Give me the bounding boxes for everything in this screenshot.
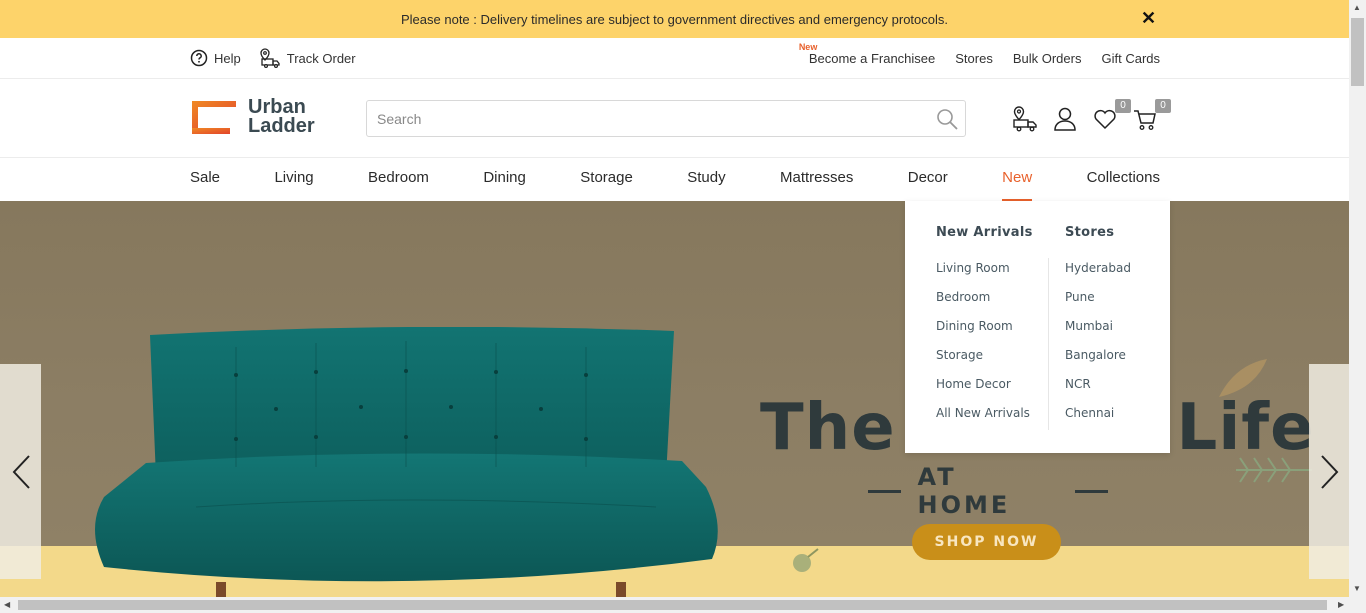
horizontal-scroll-thumb[interactable] [18, 600, 1327, 610]
logo-text: Urban Ladder [248, 97, 315, 137]
dropdown-link-ncr[interactable]: NCR [1065, 377, 1131, 394]
dropdown-link-pune[interactable]: Pune [1065, 290, 1131, 307]
dropdown-link-storage[interactable]: Storage [936, 348, 1033, 365]
dropdown-link-bangalore[interactable]: Bangalore [1065, 348, 1131, 365]
scroll-down-arrow-icon[interactable]: ▼ [1353, 584, 1361, 593]
subtitle-dash-right [1074, 489, 1108, 493]
dropdown-link-chennai[interactable]: Chennai [1065, 406, 1131, 423]
cart-count-badge: 0 [1155, 99, 1171, 113]
stores-column: Stores Hyderabad Pune Mumbai Bangalore N… [1065, 225, 1131, 435]
dropdown-link-bedroom[interactable]: Bedroom [936, 290, 1033, 307]
nav-item-living[interactable]: Living [274, 158, 313, 201]
scroll-up-arrow-icon[interactable]: ▲ [1353, 3, 1361, 12]
wishlist-count-badge: 0 [1115, 99, 1131, 113]
dropdown-divider [1048, 258, 1049, 430]
nav-item-storage[interactable]: Storage [580, 158, 633, 201]
new-dropdown-menu: New Arrivals Living Room Bedroom Dining … [905, 201, 1170, 453]
hero-subtitle-text: AT HOME [917, 463, 1011, 519]
main-nav: Sale Living Bedroom Dining Storage Study… [0, 158, 1349, 201]
nav-item-sale[interactable]: Sale [190, 158, 220, 201]
nav-item-mattresses[interactable]: Mattresses [780, 158, 853, 201]
subtitle-dash-left [868, 489, 902, 493]
dropdown-link-mumbai[interactable]: Mumbai [1065, 319, 1131, 336]
notice-bar: Please note : Delivery timelines are sub… [0, 0, 1349, 38]
bulk-orders-link[interactable]: Bulk Orders [1013, 51, 1082, 66]
dropdown-link-home-decor[interactable]: Home Decor [936, 377, 1033, 394]
search-icon[interactable] [935, 107, 959, 131]
sofa-image [95, 327, 718, 597]
scroll-right-arrow-icon[interactable]: ▶ [1338, 600, 1344, 609]
close-icon[interactable]: ✕ [1141, 9, 1156, 29]
dropdown-link-dining-room[interactable]: Dining Room [936, 319, 1033, 336]
chevron-left-icon [12, 454, 30, 489]
nav-item-decor[interactable]: Decor [908, 158, 948, 201]
help-icon [190, 49, 208, 67]
logo-mark-icon [192, 100, 236, 134]
track-order-link[interactable]: Track Order [259, 48, 356, 68]
dropdown-link-all-new-arrivals[interactable]: All New Arrivals [936, 406, 1033, 423]
horizontal-scrollbar[interactable]: ◀ ▶ [0, 597, 1366, 613]
new-arrivals-column: New Arrivals Living Room Bedroom Dining … [936, 225, 1033, 435]
nav-item-new[interactable]: New [1002, 158, 1033, 201]
nav-item-bedroom[interactable]: Bedroom [368, 158, 429, 201]
carousel-next-button[interactable] [1309, 364, 1349, 579]
search-input[interactable] [367, 101, 907, 136]
site-header: Urban Ladder 0 0 [0, 79, 1349, 158]
help-label: Help [214, 50, 241, 66]
new-tag: New [798, 41, 818, 52]
search-box [366, 100, 966, 137]
new-arrivals-heading[interactable]: New Arrivals [936, 225, 1033, 240]
nav-item-study[interactable]: Study [687, 158, 725, 201]
gift-cards-link[interactable]: Gift Cards [1101, 51, 1160, 66]
truck-location-icon [1013, 106, 1037, 132]
stores-link[interactable]: Stores [955, 51, 993, 66]
vertical-scroll-thumb[interactable] [1351, 18, 1364, 86]
hero-subtitle: AT HOME [868, 463, 1108, 519]
vertical-scrollbar[interactable]: ▲ ▼ [1349, 0, 1366, 597]
nav-item-collections[interactable]: Collections [1087, 158, 1160, 201]
utility-bar: Help Track Order New Become a Franchisee… [0, 38, 1349, 79]
shop-now-button[interactable]: SHOP NOW [912, 524, 1061, 560]
franchise-link[interactable]: New Become a Franchisee [799, 42, 936, 66]
store-locator-button[interactable] [1012, 106, 1038, 132]
stores-heading[interactable]: Stores [1065, 225, 1131, 240]
user-icon [1054, 107, 1076, 131]
scroll-left-arrow-icon[interactable]: ◀ [4, 600, 10, 609]
poppy-decoration [793, 548, 819, 572]
chevron-right-icon [1320, 454, 1338, 489]
header-icons: 0 0 [1012, 99, 1171, 133]
track-order-label: Track Order [286, 50, 356, 66]
franchise-label: Become a Franchisee [808, 50, 936, 66]
track-order-icon [260, 48, 280, 68]
logo-line2: Ladder [248, 115, 315, 137]
account-button[interactable] [1052, 106, 1078, 132]
dropdown-link-living-room[interactable]: Living Room [936, 261, 1033, 278]
notice-text: Please note : Delivery timelines are sub… [401, 11, 948, 27]
dropdown-link-hyderabad[interactable]: Hyderabad [1065, 261, 1131, 278]
carousel-prev-button[interactable] [0, 364, 41, 579]
page: Please note : Delivery timelines are sub… [0, 0, 1366, 613]
wishlist-button[interactable]: 0 [1092, 99, 1131, 132]
help-link[interactable]: Help [190, 49, 241, 67]
nav-item-dining[interactable]: Dining [483, 158, 526, 201]
logo[interactable]: Urban Ladder [190, 96, 322, 138]
cart-button[interactable]: 0 [1132, 99, 1171, 132]
